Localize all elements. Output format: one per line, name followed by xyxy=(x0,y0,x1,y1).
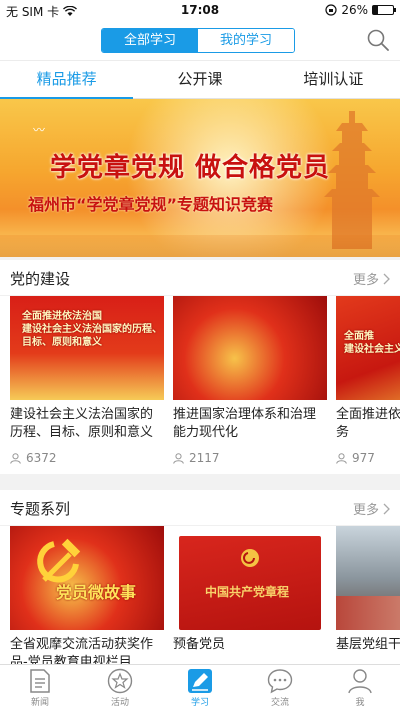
thumbnail-caption: 党员微故事 xyxy=(56,583,137,602)
tab-open-courses[interactable]: 公开课 xyxy=(133,61,266,98)
series-title: 基层党组干 xyxy=(336,637,400,652)
rotation-lock-icon xyxy=(325,4,337,16)
course-title: 推进国家治理体系和治理能力现代化 xyxy=(173,407,317,440)
person-icon xyxy=(336,452,347,464)
series-title: 全省观摩交流活动获奖作品-党员教育电视栏目... xyxy=(10,637,154,664)
nav-label: 新闻 xyxy=(30,698,49,708)
course-title: 建设社会主义法治国家的历程、目标、原则和意义 xyxy=(10,407,154,440)
nav-label: 交流 xyxy=(270,698,289,708)
learning-segmented-control: 全部学习 我的学习 xyxy=(101,28,295,53)
segment-all-learning[interactable]: 全部学习 xyxy=(102,29,198,52)
chevron-right-icon xyxy=(383,273,390,284)
banner-headline: 学党章党规 做合格党员 xyxy=(50,153,331,183)
nav-communication[interactable]: 交流 xyxy=(240,665,320,710)
more-link[interactable]: 更多 xyxy=(353,269,390,288)
thumbnail-caption: 全面推进依法治国 建设社会主义法治国家的历程、 目标、原则和意义 xyxy=(22,311,162,348)
chat-icon xyxy=(267,669,293,694)
section-title: 党的建设 xyxy=(10,270,71,288)
course-card[interactable]: 推进国家治理体系和治理能力现代化 2117 xyxy=(173,296,327,465)
status-bar: 无 SIM 卡 17:08 26% xyxy=(0,0,400,22)
nav-news[interactable]: 新闻 xyxy=(0,665,80,710)
thumbnail-caption: 全面推 建设社会主义 xyxy=(344,331,400,355)
nav-study[interactable]: 学习 xyxy=(160,665,240,710)
more-link[interactable]: 更多 xyxy=(353,499,390,518)
nav-label: 我 xyxy=(355,698,365,708)
study-icon xyxy=(188,669,212,693)
star-icon xyxy=(107,668,133,694)
series-thumbnail: 中国共产党章程 xyxy=(173,526,327,630)
category-tabs: 精品推荐 公开课 培训认证 xyxy=(0,60,400,99)
news-icon xyxy=(30,669,50,693)
nav-label: 学习 xyxy=(190,698,209,708)
thumbnail-caption: 中国共产党章程 xyxy=(205,585,290,599)
banner-subtitle: 福州市“学党章党规”专题知识竞赛 xyxy=(28,195,274,214)
bottom-navigation: 新闻 活动 学习 交流 我 xyxy=(0,664,400,710)
section-party-building: 党的建设 更多 全面推进依法治国 建设社会主义法治国家的历程、 目标、原则和意义… xyxy=(0,260,400,474)
promo-banner[interactable]: 〰 学党章党规 做合格党员 福州市“学党章党规”专题知识竞赛 xyxy=(0,99,400,257)
battery-icon xyxy=(372,5,396,15)
course-card[interactable]: 全面推 建设社会主义 全面推进依法治国的总任务 977 xyxy=(336,296,400,465)
course-card[interactable]: 全面推进依法治国 建设社会主义法治国家的历程、 目标、原则和意义 建设社会主义法… xyxy=(10,296,164,465)
top-bar: 全部学习 我的学习 xyxy=(0,22,400,60)
nav-me[interactable]: 我 xyxy=(320,665,400,710)
bird-icon: 〰 xyxy=(33,123,46,137)
course-title: 全面推进依法治国的总任务 xyxy=(336,407,400,440)
view-count: 6372 xyxy=(26,451,57,465)
more-label: 更多 xyxy=(352,273,379,288)
pagoda-illustration xyxy=(324,111,380,249)
course-thumbnail xyxy=(173,296,327,400)
party-emblem-icon xyxy=(241,549,259,567)
banner-skyline xyxy=(0,235,400,257)
section-title: 专题系列 xyxy=(10,500,71,518)
view-count: 2117 xyxy=(189,451,220,465)
section-special-series: 专题系列 更多 党员微故事 全省观摩交流活动获奖作品-党员教育电视栏目... 中… xyxy=(0,490,400,664)
chevron-right-icon xyxy=(383,503,390,514)
series-card[interactable]: 党员微故事 全省观摩交流活动获奖作品-党员教育电视栏目... xyxy=(10,526,164,664)
more-label: 更多 xyxy=(352,503,379,518)
nav-activities[interactable]: 活动 xyxy=(80,665,160,710)
person-icon xyxy=(10,452,21,464)
series-card[interactable]: 基层党组干 xyxy=(336,526,400,664)
person-icon xyxy=(173,452,184,464)
series-thumbnail xyxy=(336,526,400,630)
series-card[interactable]: 中国共产党章程 预备党员 xyxy=(173,526,327,664)
nav-label: 活动 xyxy=(110,698,129,708)
segment-my-learning[interactable]: 我的学习 xyxy=(198,29,294,52)
search-icon[interactable] xyxy=(366,28,390,52)
course-thumbnail: 全面推 建设社会主义 xyxy=(336,296,400,400)
view-count: 977 xyxy=(352,451,375,465)
series-thumbnail: 党员微故事 xyxy=(10,526,164,630)
battery-percent: 26% xyxy=(341,3,368,17)
tab-featured[interactable]: 精品推荐 xyxy=(0,61,134,99)
person-icon xyxy=(348,669,372,694)
series-title: 预备党员 xyxy=(173,637,226,652)
course-thumbnail: 全面推进依法治国 建设社会主义法治国家的历程、 目标、原则和意义 xyxy=(10,296,164,400)
tab-training-certification[interactable]: 培训认证 xyxy=(267,61,400,98)
